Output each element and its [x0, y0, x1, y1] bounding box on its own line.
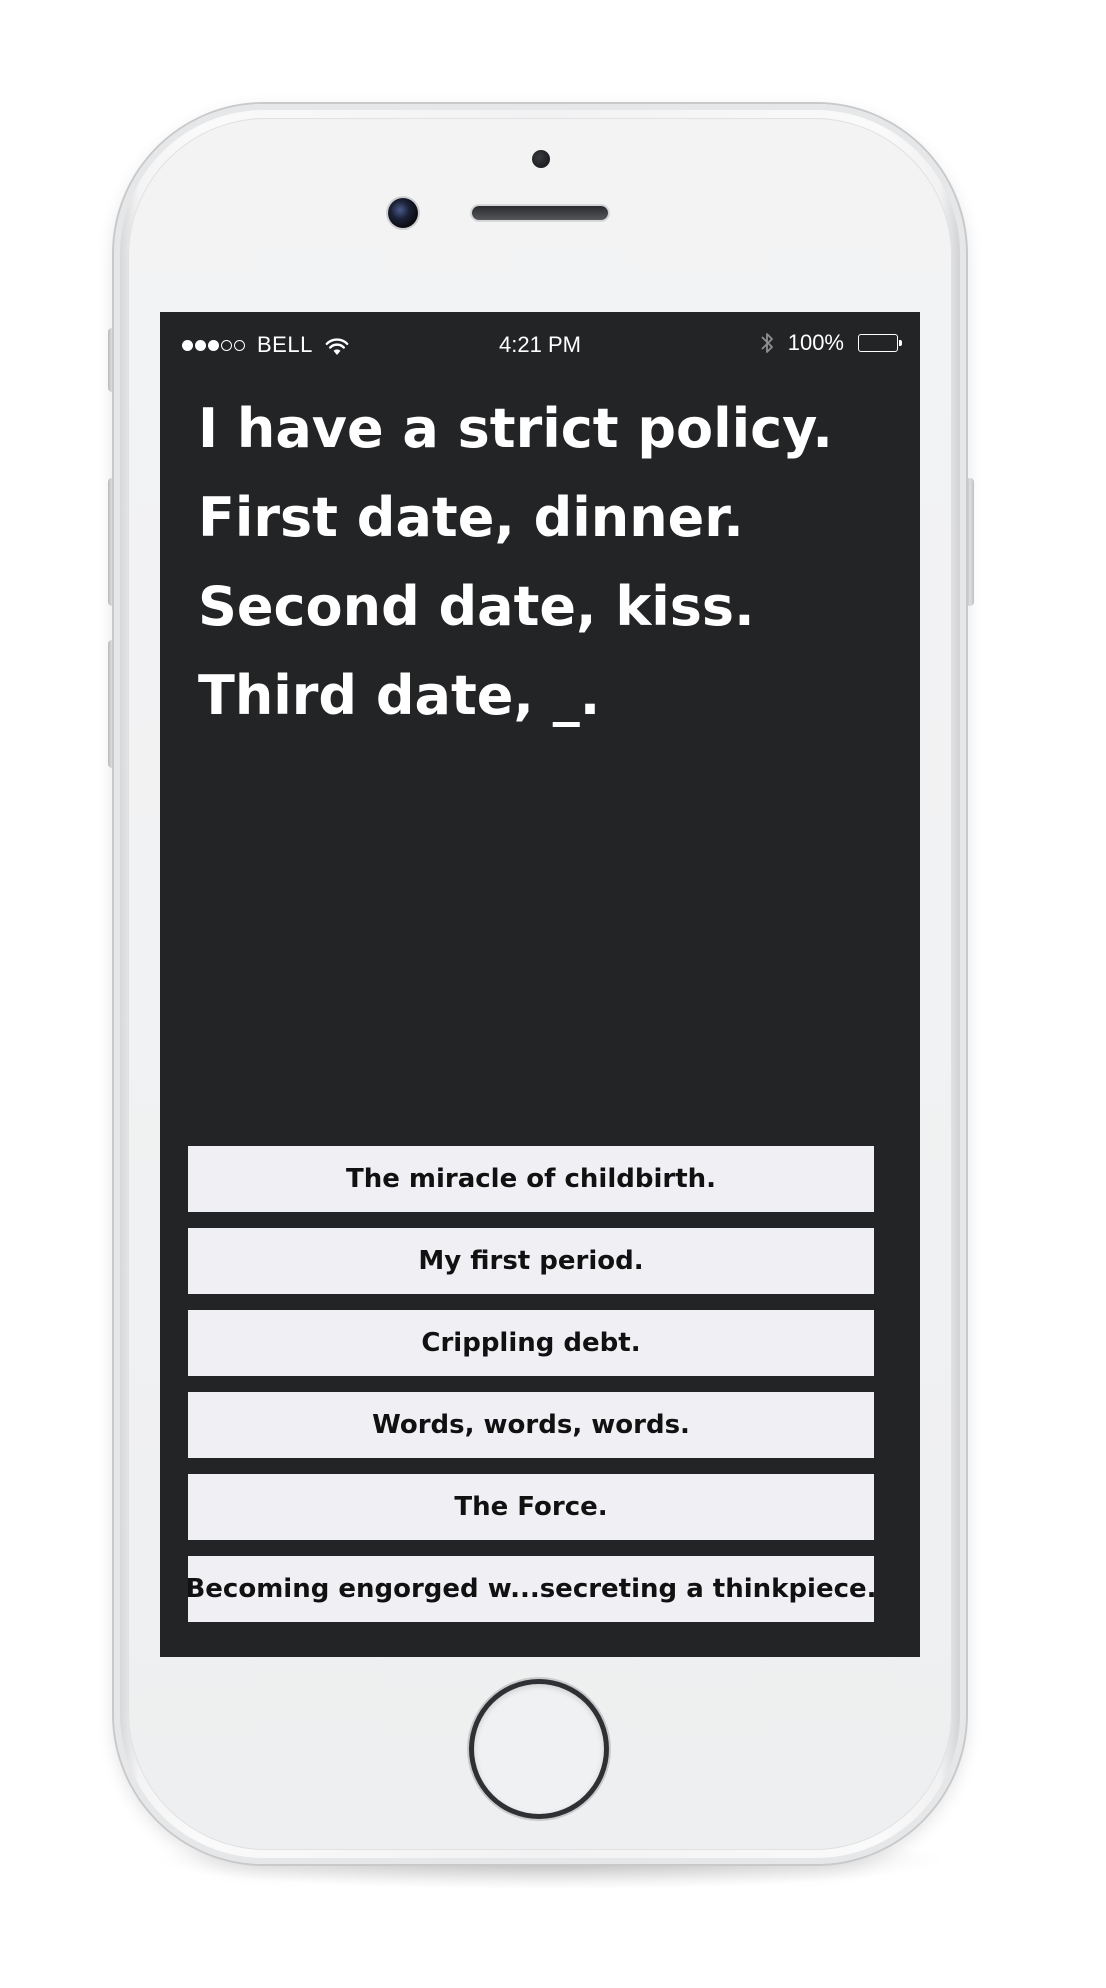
home-button[interactable]: [474, 1684, 604, 1814]
black-card-prompt: I have a strict policy. First date, dinn…: [198, 397, 833, 727]
front-camera: [388, 198, 418, 228]
battery-percentage: 100%: [787, 330, 844, 355]
battery-icon: [858, 334, 902, 352]
answer-option[interactable]: The Force.: [188, 1474, 874, 1540]
status-bar: BELL 4:21 PM 100%: [160, 312, 920, 378]
status-right: 100%: [760, 330, 902, 356]
bluetooth-icon: [760, 331, 774, 355]
answer-option[interactable]: The miracle of childbirth.: [188, 1146, 874, 1212]
answer-option[interactable]: Becoming engorged w...secreting a thinkp…: [188, 1556, 874, 1622]
answer-option[interactable]: My first period.: [188, 1228, 874, 1294]
earpiece-speaker: [472, 206, 608, 220]
app-screen: BELL 4:21 PM 100% I have a strict policy…: [160, 312, 920, 1657]
answer-list: The miracle of childbirth. My first peri…: [188, 1146, 874, 1638]
answer-option[interactable]: Words, words, words.: [188, 1392, 874, 1458]
proximity-sensor: [532, 150, 550, 168]
power-button[interactable]: [966, 478, 974, 606]
answer-option[interactable]: Crippling debt.: [188, 1310, 874, 1376]
